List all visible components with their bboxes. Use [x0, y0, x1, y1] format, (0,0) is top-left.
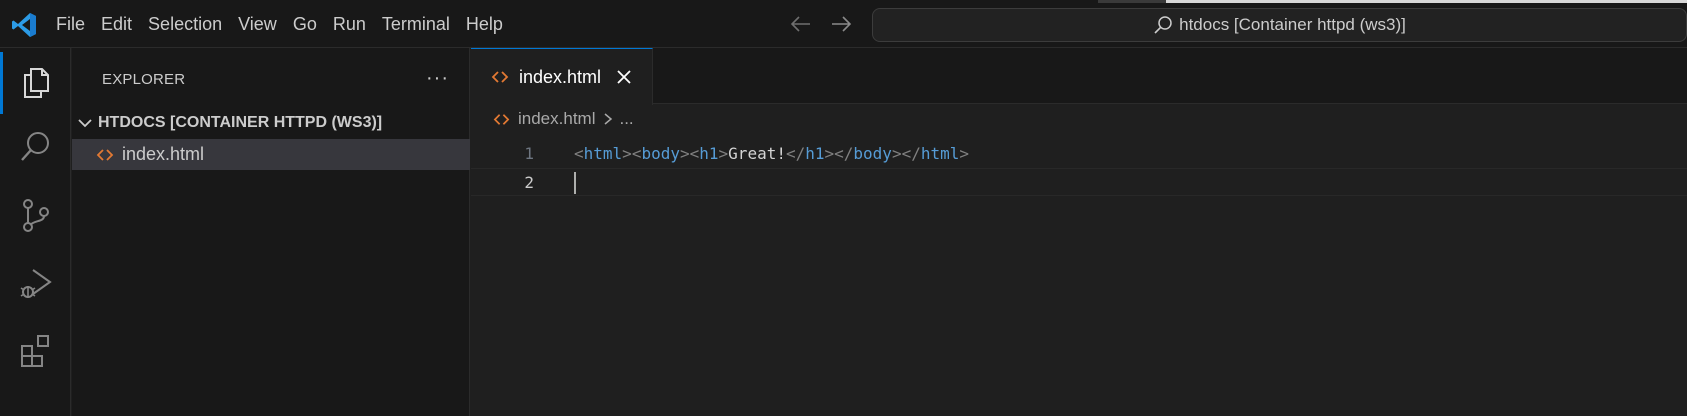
more-actions-button[interactable]: ··· [426, 66, 449, 90]
menu-terminal[interactable]: Terminal [374, 8, 458, 40]
code-token: < [574, 144, 584, 163]
activity-explorer[interactable] [0, 48, 71, 118]
code-token: h1 [699, 144, 719, 163]
files-icon [23, 68, 49, 98]
workspace-folder[interactable]: HTDOCS [CONTAINER HTTPD (WS3)] [72, 108, 470, 138]
code-token: body [641, 144, 680, 163]
run-debug-icon [20, 269, 52, 298]
code-token: > [718, 144, 729, 163]
code-token: html [920, 144, 960, 163]
menu-edit[interactable]: Edit [93, 8, 140, 40]
code-editor[interactable]: 1 <html><body><h1>Great!</h1></body></htm… [471, 140, 1687, 196]
search-icon [20, 132, 49, 161]
activity-run-and-debug[interactable] [0, 248, 71, 318]
close-icon[interactable] [615, 68, 633, 86]
menu-help[interactable]: Help [458, 8, 511, 40]
code-token: </ [901, 144, 921, 163]
menu-run[interactable]: Run [325, 8, 374, 40]
file-item-index-html[interactable]: index.html [72, 139, 470, 170]
activity-bar [0, 48, 71, 416]
source-control-icon [22, 199, 49, 232]
code-token: </ [785, 144, 806, 163]
code-token: > [679, 144, 690, 163]
editor-tab-bar: index.html [471, 48, 1687, 105]
chevron-down-icon [78, 119, 92, 128]
chevron-right-icon [605, 113, 613, 125]
go-forward-button[interactable] [828, 12, 854, 36]
menu-file[interactable]: File [48, 8, 93, 40]
title-bar-decoration [1098, 0, 1166, 3]
menu-go[interactable]: Go [285, 8, 325, 40]
code-token: html [583, 144, 623, 163]
arrow-right-icon [832, 16, 852, 32]
breadcrumb-file[interactable]: index.html [518, 109, 595, 129]
line-text: <html><body><h1>Great!</h1></body></html… [574, 140, 969, 168]
breadcrumb: index.html ... [493, 104, 634, 134]
search-icon [1154, 16, 1172, 34]
html-file-icon [493, 113, 510, 125]
menu-bar: File Edit Selection View Go Run Terminal… [48, 0, 511, 48]
explorer-title: EXPLORER [102, 70, 186, 88]
vscode-logo-icon[interactable] [10, 11, 38, 39]
code-token: < [689, 144, 700, 163]
code-token: h1 [805, 144, 825, 163]
title-bar-decoration-light [1166, 0, 1687, 3]
command-center-label: htdocs [Container httpd (ws3)] [1179, 15, 1406, 34]
code-token: > [824, 144, 835, 163]
explorer-sidebar: EXPLORER ··· HTDOCS [CONTAINER HTTPD (WS… [72, 48, 470, 416]
activity-extensions[interactable] [0, 316, 71, 386]
tab-index-html[interactable]: index.html [471, 48, 653, 105]
go-back-button[interactable] [788, 12, 814, 36]
breadcrumb-symbols[interactable]: ... [619, 109, 633, 129]
file-item-label: index.html [122, 144, 205, 164]
activity-search[interactable] [0, 112, 71, 182]
html-file-icon [96, 148, 114, 161]
extensions-icon [20, 335, 49, 367]
line-number: 2 [524, 173, 534, 192]
workspace-folder-label: HTDOCS [CONTAINER HTTPD (WS3)] [98, 114, 383, 131]
code-line[interactable]: 1 <html><body><h1>Great!</h1></body></htm… [471, 140, 1687, 168]
code-token: </ [834, 144, 854, 163]
html-file-icon [491, 71, 509, 83]
editor-area: index.html index.html ... 1 <html><body><… [471, 48, 1687, 416]
code-token: Great! [728, 144, 786, 163]
activity-source-control[interactable] [0, 180, 71, 250]
code-token: > [622, 144, 632, 163]
tab-label: index.html [519, 66, 602, 87]
code-line[interactable]: 2 [471, 168, 1687, 196]
command-center-search[interactable]: htdocs [Container httpd (ws3)] [872, 8, 1687, 42]
menu-view[interactable]: View [230, 8, 285, 40]
title-bar: File Edit Selection View Go Run Terminal… [0, 0, 1687, 48]
code-token: > [959, 144, 970, 163]
code-token: < [631, 144, 642, 163]
code-token: body [853, 144, 892, 163]
arrow-left-icon [790, 16, 810, 32]
line-number: 1 [524, 144, 534, 163]
code-token: > [891, 144, 902, 163]
menu-selection[interactable]: Selection [140, 8, 230, 40]
text-cursor [574, 172, 576, 194]
